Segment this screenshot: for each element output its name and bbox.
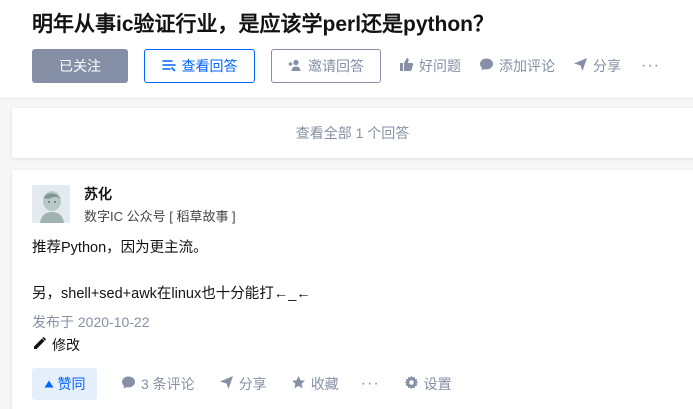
settings-button[interactable]: 设置 [404,374,452,394]
triangle-up-icon [44,376,58,392]
share-icon [573,57,593,75]
thumbs-up-icon [399,57,419,75]
vote-up-label: 赞同 [57,376,86,392]
view-all-answers-link[interactable]: 查看全部 1 个回答 [296,123,410,143]
settings-label: 设置 [423,376,452,392]
answer-paragraph: 另，shell+sed+awk在linux也十分能打←_← [32,286,311,302]
question-title: 明年从事ic验证行业，是应该学perl还是python？ [32,13,495,36]
pencil-icon [32,336,52,354]
view-answers-button[interactable]: 查看回答 [144,49,255,83]
good-question-label: 好问题 [419,58,461,74]
question-header: 明年从事ic验证行业，是应该学perl还是python？ 已关注 查看回答 邀请… [0,0,693,99]
answer-paragraph: 推荐Python，因为更主流。 [32,240,208,256]
share-label: 分享 [238,376,267,392]
invite-answer-label: 邀请回答 [308,58,364,74]
edit-label: 修改 [52,337,80,353]
answer-action-bar: 赞同 3 条评论 分享 收藏 ··· 设置 [32,367,452,401]
author-name[interactable]: 苏化 [84,184,112,204]
star-icon [291,375,311,393]
add-user-icon [288,58,308,75]
good-question-button[interactable]: 好问题 [399,56,461,76]
view-answers-label: 查看回答 [181,58,238,74]
question-actions: 已关注 查看回答 邀请回答 好问题 添加评论 分享 ··· [32,49,660,83]
followed-button[interactable]: 已关注 [32,49,128,83]
share-button[interactable]: 分享 [573,56,621,76]
share-icon [219,375,239,393]
comment-icon [479,57,499,75]
view-answers-icon [161,58,182,75]
gear-icon [404,375,424,393]
favorite-button[interactable]: 收藏 [291,374,339,394]
comments-label: 3 条评论 [141,376,195,392]
comments-button[interactable]: 3 条评论 [121,374,195,394]
add-comment-label: 添加评论 [499,58,555,74]
avatar[interactable] [32,185,70,223]
add-comment-button[interactable]: 添加评论 [479,56,555,76]
share-label: 分享 [593,58,621,74]
more-button[interactable]: ··· [361,375,380,393]
publish-date[interactable]: 发布于 2020-10-22 [32,312,150,332]
view-all-answers-card: 查看全部 1 个回答 [12,108,693,158]
favorite-label: 收藏 [310,376,339,392]
more-button[interactable]: ··· [641,57,660,75]
answer-card: 苏化 数字IC 公众号 [ 稻草故事 ] 推荐Python，因为更主流。 另，s… [12,170,693,409]
comment-icon [121,375,141,393]
vote-up-button[interactable]: 赞同 [32,368,97,400]
author-bio: 数字IC 公众号 [ 稻草故事 ] [84,209,236,224]
share-button[interactable]: 分享 [219,374,267,394]
answer-content: 推荐Python，因为更主流。 另，shell+sed+awk在linux也十分… [32,236,311,306]
invite-answer-button[interactable]: 邀请回答 [271,49,381,83]
edit-button[interactable]: 修改 [32,335,80,355]
